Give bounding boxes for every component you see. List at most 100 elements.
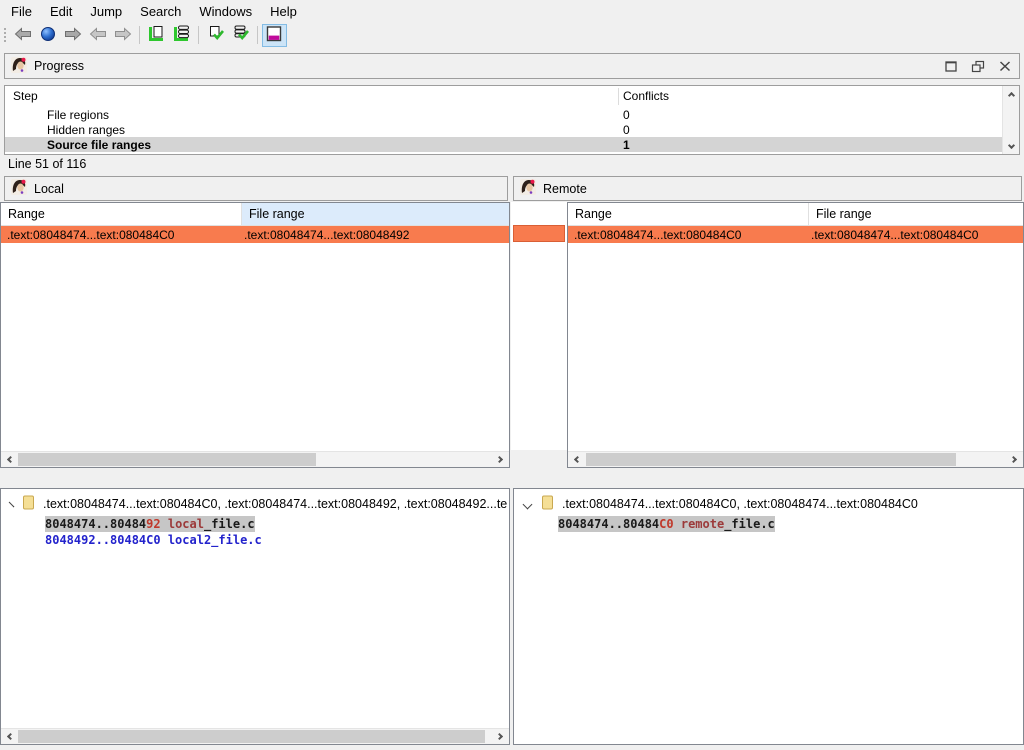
conflicts-cell: 1 [623,138,630,152]
toolbar-separator [257,26,258,44]
load-database-button[interactable] [169,24,194,47]
remote-detail-panel: .text:08048474...text:080484C0, .text:08… [513,488,1024,745]
file-range-cell: .text:08048474...text:08048492 [244,228,409,242]
scroll-left-button[interactable] [1,729,18,744]
menu-bar: File Edit Jump Search Windows Help [0,0,1024,22]
toolbar-grip[interactable] [2,26,7,44]
menu-search[interactable]: Search [131,1,190,22]
name-common: _file.c [204,517,255,531]
folder-icon [540,495,555,513]
local-table-header: Range File range [1,203,509,226]
tree-item[interactable]: .text:08048474...text:080484C0, .text:08… [1,495,507,513]
close-icon[interactable] [997,59,1013,74]
progress-window-title: Progress [34,59,84,73]
previous-difference-button[interactable] [85,24,110,47]
ida-icon [11,57,27,76]
load-file-icon [147,25,166,45]
load-file-button[interactable] [144,24,169,47]
local-pane-titlebar[interactable]: Local [4,176,508,201]
status-line: Line 51 of 116 [8,157,86,173]
forward-arrow-icon [63,26,83,45]
menu-help[interactable]: Help [261,1,306,22]
scroll-down-button[interactable] [1003,139,1019,154]
file-range-line-selected[interactable]: 8048474..8048492 local_file.c [45,516,255,532]
ida-merge-window: File Edit Jump Search Windows Help [0,0,1024,750]
scrollbar-thumb[interactable] [18,453,316,466]
conflict-row[interactable]: .text:08048474...text:080484C0 .text:080… [568,226,1023,243]
remote-pane-title: Remote [543,182,587,196]
window-buttons [943,59,1013,74]
table-row-selected[interactable]: Source file ranges 1 [5,137,1002,152]
scroll-right-button[interactable] [1006,452,1023,467]
scroll-right-button[interactable] [492,452,509,467]
menu-windows[interactable]: Windows [190,1,261,22]
next-difference-button[interactable] [110,24,135,47]
validate-file-button[interactable] [203,24,228,47]
chevron-down-icon[interactable] [523,499,533,509]
back-arrow-icon [13,26,33,45]
column-header-file-range[interactable]: File range [241,203,509,225]
separator [674,517,681,531]
next-arrow-icon [113,26,133,45]
step-cell: Source file ranges [47,138,151,152]
hex-common: 8048474..80484 [45,517,146,531]
scroll-up-button[interactable] [1003,86,1019,101]
chevron-down-icon[interactable] [9,501,15,507]
back-button[interactable] [10,24,35,47]
step-cell: Hidden ranges [47,123,125,137]
forward-button[interactable] [60,24,85,47]
toolbar [0,22,1024,48]
name-diff: local [168,517,204,531]
range-list-text: .text:08048474...text:080484C0, .text:08… [562,497,918,511]
step-cell: File regions [47,108,109,122]
hex-common: 8048474..80484 [558,517,659,531]
conflict-marker[interactable] [513,225,565,242]
blue-sphere-icon [40,26,56,45]
vertical-scrollbar[interactable] [1002,86,1019,154]
float-button[interactable] [970,59,986,74]
column-header-range[interactable]: Range [568,203,808,225]
separator [161,517,168,531]
horizontal-scrollbar[interactable] [568,451,1023,467]
horizontal-scrollbar[interactable] [1,451,509,467]
menu-file[interactable]: File [2,1,41,22]
local-ranges-table: Range File range .text:08048474...text:0… [0,202,510,468]
table-row[interactable]: Hidden ranges 0 [5,122,1002,137]
database-check-icon [231,25,250,45]
prev-arrow-icon [88,26,108,45]
column-header-step[interactable]: Step [13,89,38,103]
current-position-button[interactable] [35,24,60,47]
tree-item[interactable]: .text:08048474...text:080484C0, .text:08… [514,495,1021,513]
table-row[interactable]: File regions 0 [5,107,1002,122]
scroll-left-button[interactable] [1,452,18,467]
remote-ranges-table: Range File range .text:08048474...text:0… [567,202,1024,468]
local-detail-panel: .text:08048474...text:080484C0, .text:08… [0,488,510,745]
file-range-cell: .text:08048474...text:080484C0 [811,228,978,242]
horizontal-scrollbar[interactable] [1,728,509,744]
remote-pane-titlebar[interactable]: Remote [513,176,1022,201]
menu-edit[interactable]: Edit [41,1,81,22]
file-range-line-selected[interactable]: 8048474..80484C0 remote_file.c [558,516,775,532]
column-header-conflicts[interactable]: Conflicts [623,89,669,103]
column-header-file-range[interactable]: File range [808,203,1023,225]
file-range-line[interactable]: 8048492..80484C0 local2_file.c [45,532,262,548]
merge-view-button[interactable] [262,24,287,47]
bottom-margin [0,745,1024,750]
merge-view-icon [266,26,283,45]
validate-database-button[interactable] [228,24,253,47]
scrollbar-thumb[interactable] [18,730,485,743]
progress-window-titlebar[interactable]: Progress [4,53,1020,79]
scroll-left-button[interactable] [568,452,585,467]
scrollbar-thumb[interactable] [586,453,956,466]
toolbar-separator [139,26,140,44]
database-icon [172,25,191,45]
menu-jump[interactable]: Jump [81,1,131,22]
maximize-button[interactable] [943,59,959,74]
toolbar-separator [198,26,199,44]
range-cell: .text:08048474...text:080484C0 [574,228,741,242]
local-pane-title: Local [34,182,64,196]
scroll-right-button[interactable] [492,729,509,744]
conflicts-cell: 0 [623,123,630,137]
conflict-row[interactable]: .text:08048474...text:080484C0 .text:080… [1,226,509,243]
column-header-range[interactable]: Range [1,203,241,225]
